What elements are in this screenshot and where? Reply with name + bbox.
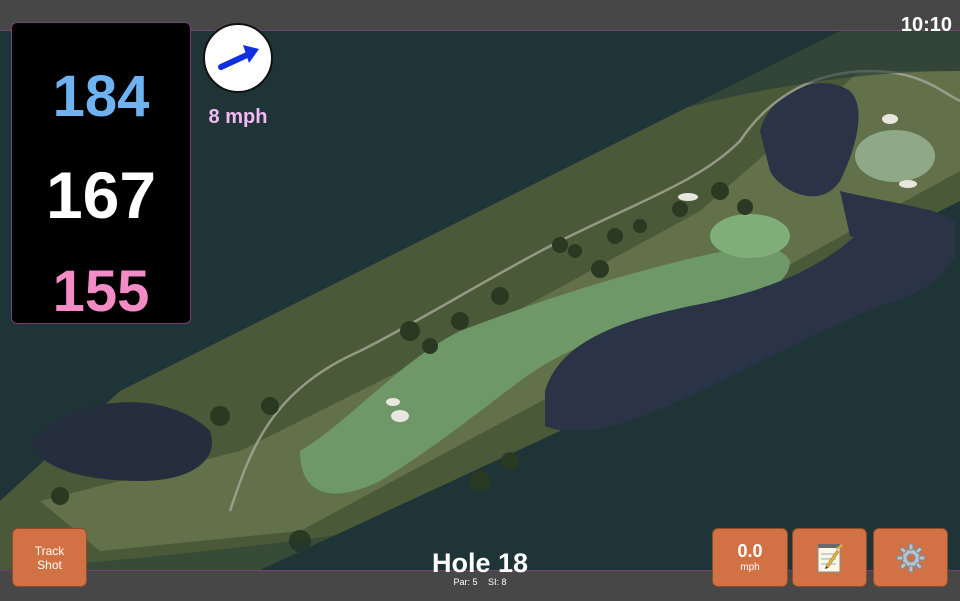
distance-middle-of-green: 167: [45, 158, 157, 232]
notepad-icon: [817, 543, 843, 572]
track-shot-label-line2: Shot: [37, 557, 62, 572]
track-shot-label-line1: Track: [34, 543, 65, 558]
wind-arrow-icon: [218, 45, 259, 70]
speed-unit: mph: [740, 561, 760, 573]
scorecard-notes-button[interactable]: [792, 528, 867, 587]
track-shot-button[interactable]: Track Shot: [12, 528, 87, 587]
speed-value: 0.0: [737, 540, 763, 561]
hole-par: Par: 5: [453, 577, 478, 587]
distance-panel: 184 167 155: [11, 22, 191, 324]
settings-button[interactable]: [873, 528, 948, 587]
wind-speed-label: 8 mph: [208, 106, 268, 128]
gear-icon: [896, 543, 925, 572]
wind-indicator: [203, 23, 273, 93]
hole-info: Par: 5 SI: 8: [400, 577, 560, 587]
hole-stroke-index: SI: 8: [488, 577, 507, 587]
distance-back-of-green: 184: [52, 64, 150, 129]
distance-front-of-green: 155: [52, 259, 150, 324]
hole-title: Hole 18: [431, 548, 529, 578]
speed-button[interactable]: 0.0 mph: [712, 528, 788, 587]
